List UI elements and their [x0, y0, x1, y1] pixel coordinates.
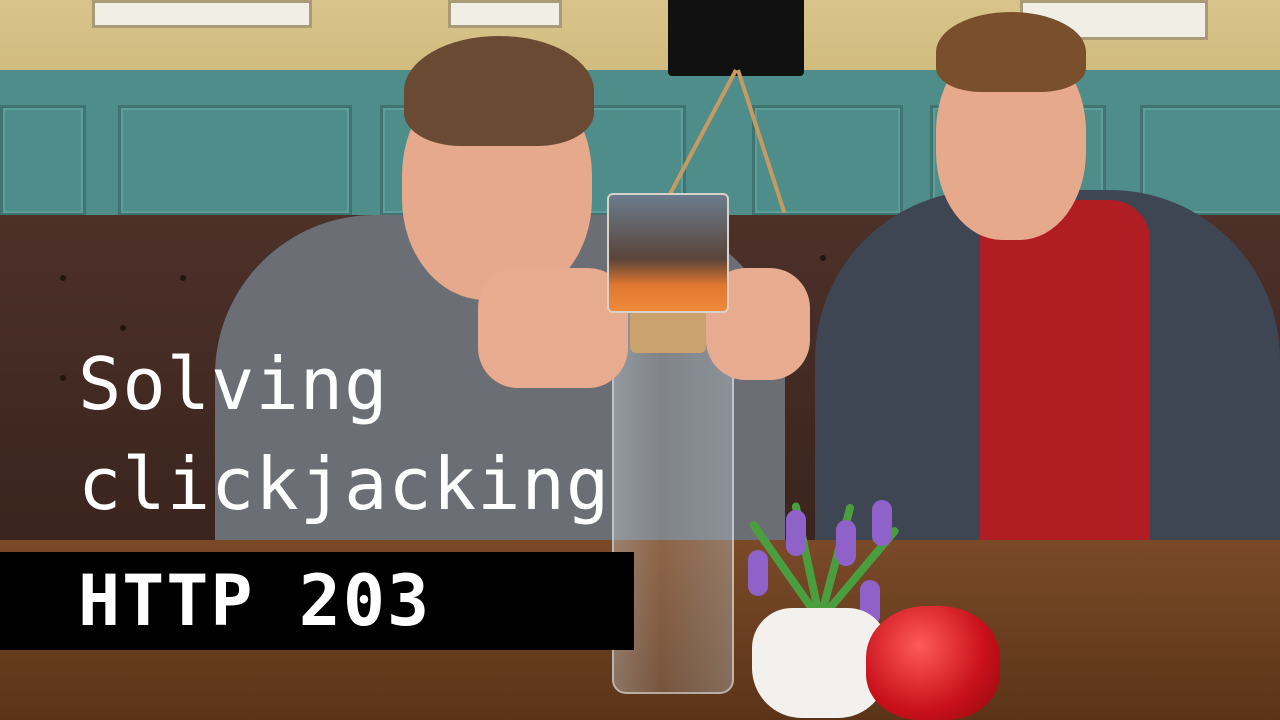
lavender-flower: [872, 500, 892, 546]
right-person-hair: [936, 12, 1086, 92]
title-line-1: Solving: [78, 342, 389, 426]
title-line-2: clickjacking: [78, 442, 611, 526]
held-photo-card: [607, 193, 729, 313]
left-person-hair: [404, 36, 594, 146]
sofa-tuft: [60, 375, 66, 381]
lavender-flower: [786, 510, 806, 556]
lamp-shade: [668, 0, 804, 76]
sofa-tuft: [120, 325, 126, 331]
sofa-tuft: [820, 255, 826, 261]
wall-panel: [0, 105, 86, 216]
picture-frame-center: [448, 0, 562, 28]
sofa-tuft: [180, 275, 186, 281]
left-hand: [478, 268, 628, 388]
picture-frame-left: [92, 0, 312, 28]
series-label: HTTP 203: [78, 560, 432, 642]
right-person-red-shirt: [980, 200, 1150, 560]
lavender-flower: [836, 520, 856, 566]
wall-panel: [118, 105, 352, 216]
wall-panel: [752, 105, 903, 216]
lavender-flower: [748, 550, 768, 596]
red-candle-holder: [866, 606, 1000, 720]
sofa-tuft: [60, 275, 66, 281]
video-thumbnail: Solving clickjacking HTTP 203: [0, 0, 1280, 720]
